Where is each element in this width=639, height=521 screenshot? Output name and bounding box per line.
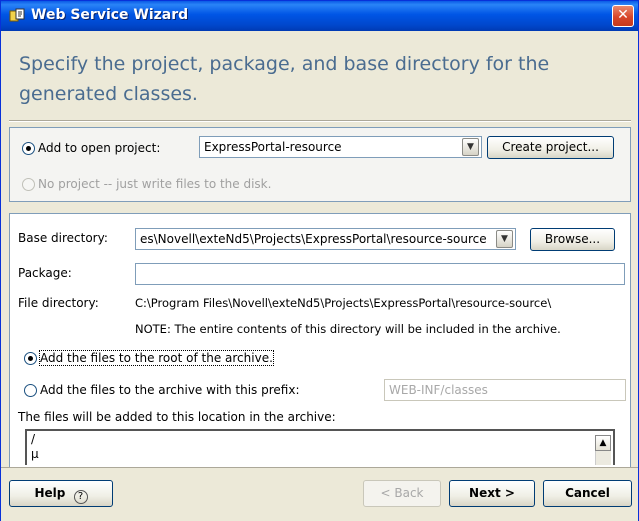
back-label: < Back: [380, 486, 424, 500]
close-icon: ✕: [617, 7, 629, 23]
create-project-button[interactable]: Create project...: [487, 136, 614, 159]
cancel-button[interactable]: Cancel: [543, 480, 632, 507]
next-label: Next >: [469, 486, 515, 500]
web-service-wizard-window: Web Service Wizard ✕ Specify the project…: [0, 0, 639, 521]
prefix-input[interactable]: WEB-INF/classes: [384, 379, 626, 401]
chevron-down-icon[interactable]: ▼: [496, 230, 513, 248]
file-directory-value: C:\Program Files\Novell\exteNd5\Projects…: [135, 296, 552, 310]
project-section: Add to open project: ExpressPortal-resou…: [9, 127, 631, 202]
next-button[interactable]: Next >: [449, 480, 535, 507]
archive-location-list[interactable]: / µ ▲: [25, 429, 615, 465]
chevron-down-icon[interactable]: ▼: [462, 138, 479, 156]
package-input[interactable]: [135, 263, 625, 285]
add-to-open-project-label: Add to open project:: [38, 141, 161, 155]
no-project-label: No project -- just write files to the di…: [38, 177, 272, 191]
browse-label: Browse...: [544, 232, 601, 246]
archive-note: NOTE: The entire contents of this direct…: [135, 322, 561, 336]
open-project-combo[interactable]: ExpressPortal-resource: [199, 136, 482, 158]
no-project-radio[interactable]: [22, 178, 35, 191]
root-of-archive-radio[interactable]: [24, 352, 37, 365]
prefix-radio[interactable]: [24, 384, 37, 397]
window-title: Web Service Wizard: [31, 7, 189, 23]
base-directory-label: Base directory:: [18, 231, 108, 245]
file-directory-label: File directory:: [18, 296, 99, 310]
title-bar[interactable]: Web Service Wizard ✕: [1, 1, 638, 31]
radio-selected-dot: [26, 146, 31, 151]
browse-button[interactable]: Browse...: [530, 228, 615, 251]
radio-selected-dot: [28, 356, 33, 361]
location-line-2: µ: [31, 447, 39, 461]
location-line-1: /: [31, 432, 36, 446]
archive-location-label: The files will be added to this location…: [18, 410, 336, 424]
open-project-value: ExpressPortal-resource: [204, 140, 342, 154]
back-button[interactable]: < Back: [363, 480, 441, 507]
help-circle-icon: ?: [73, 490, 88, 504]
help-button[interactable]: Help ?: [9, 480, 113, 507]
create-project-label: Create project...: [502, 140, 599, 154]
wizard-app-icon: [9, 8, 25, 24]
button-bar: Help ? < Back Next > Cancel: [1, 467, 638, 521]
prefix-option-label: Add the files to the archive with this p…: [40, 383, 300, 397]
headline-line-2: generated classes.: [19, 83, 198, 105]
base-directory-combo[interactable]: es\Novell\exteNd5\Projects\ExpressPortal…: [135, 228, 516, 250]
header-divider: [9, 120, 631, 122]
add-to-open-project-radio[interactable]: [22, 142, 35, 155]
page-headline: Specify the project, package, and base d…: [19, 49, 619, 109]
cancel-label: Cancel: [565, 486, 610, 500]
package-label: Package:: [18, 266, 72, 280]
help-label: Help: [34, 486, 66, 500]
scroll-up-arrow-icon[interactable]: ▲: [595, 435, 611, 451]
headline-line-1: Specify the project, package, and base d…: [19, 53, 550, 75]
close-button[interactable]: ✕: [612, 5, 634, 27]
prefix-value: WEB-INF/classes: [389, 383, 488, 397]
base-directory-value: es\Novell\exteNd5\Projects\ExpressPortal…: [140, 232, 487, 246]
scrollbar-track[interactable]: [595, 451, 611, 465]
root-of-archive-label: Add the files to the root of the archive…: [39, 350, 274, 366]
